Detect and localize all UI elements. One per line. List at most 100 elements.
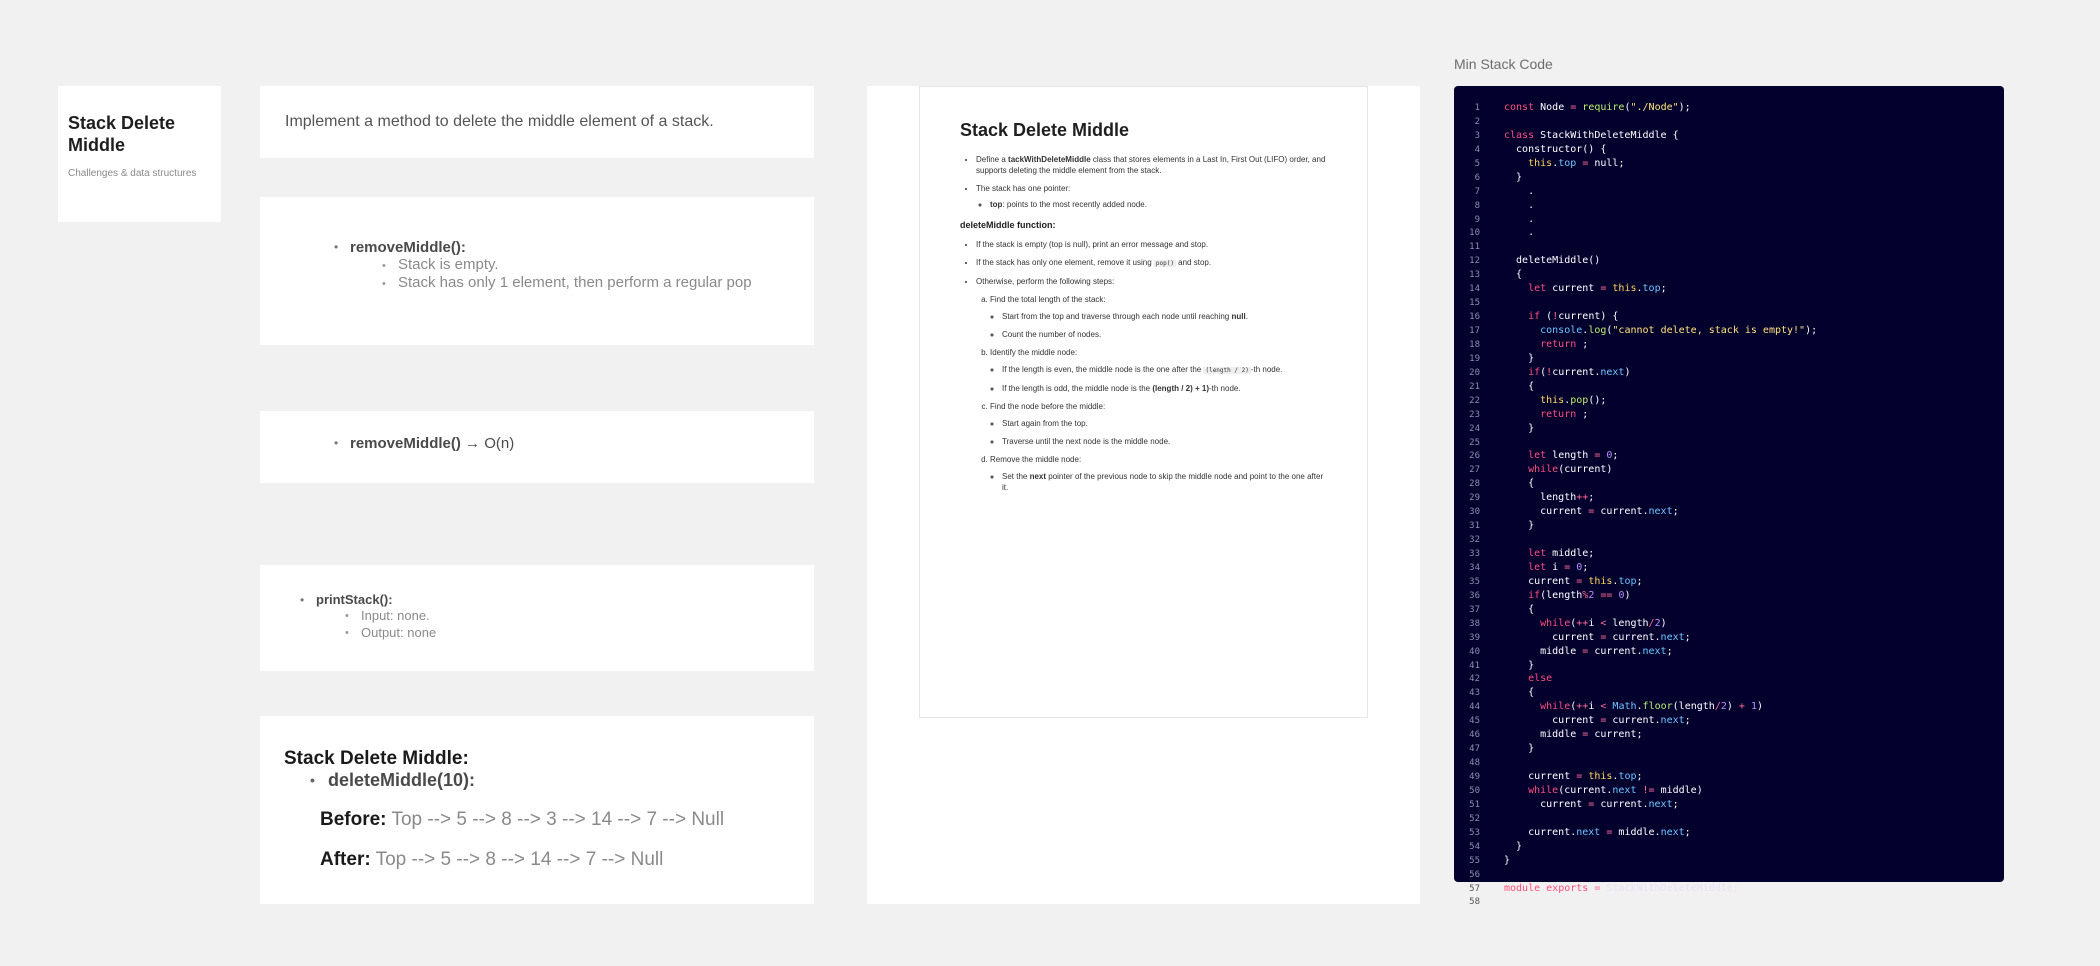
text: pointer of the previous node to skip the… bbox=[1002, 472, 1324, 492]
code-text: class StackWithDeleteMiddle { bbox=[1504, 129, 1679, 141]
code-text: current = this.top; bbox=[1504, 771, 1643, 782]
text: Remove the middle node: bbox=[990, 455, 1082, 464]
line-number: 24 bbox=[1469, 423, 1480, 434]
line-number: 1 bbox=[1474, 103, 1480, 113]
code-line: 25 bbox=[1454, 436, 2014, 450]
code-text: { bbox=[1504, 478, 1535, 490]
text: Find the node before the middle: bbox=[990, 402, 1106, 411]
line-number: 8 bbox=[1474, 200, 1480, 211]
document-page[interactable]: Stack Delete Middle Define a tackWithDel… bbox=[919, 86, 1368, 718]
list-item: Identify the middle node: If the length … bbox=[990, 347, 1327, 394]
code-text: } bbox=[1504, 743, 1535, 755]
line-number: 21 bbox=[1469, 381, 1480, 392]
code-line: 33 let middle; bbox=[1454, 547, 2014, 561]
steps-list: If the stack is empty (top is null), pri… bbox=[960, 239, 1327, 287]
code-text: let middle; bbox=[1528, 548, 1595, 559]
code-line: 31 } bbox=[1454, 519, 2014, 533]
code-text: while(current) bbox=[1528, 464, 1613, 476]
list-item: Count the number of nodes. bbox=[1002, 329, 1327, 340]
before-label: Before: bbox=[320, 809, 387, 830]
list-item: If the length is odd, the middle node is… bbox=[1002, 383, 1327, 394]
code-text: { bbox=[1504, 380, 1535, 392]
code-line: 44 while(++i < Math.floor(length/2) + 1) bbox=[1454, 700, 2014, 714]
code-text: middle = current.next; bbox=[1504, 645, 1673, 657]
big-o-complexity: O(n) bbox=[484, 435, 515, 452]
code: pop() bbox=[1153, 260, 1176, 267]
text: Start from the top and traverse through … bbox=[1002, 312, 1232, 321]
line-number: 15 bbox=[1469, 298, 1480, 309]
code-line: 22 this.pop(); bbox=[1454, 394, 2014, 408]
code-panel-label: Min Stack Code bbox=[1454, 56, 1553, 72]
code-line: 56 bbox=[1454, 868, 2014, 882]
remove-middle-card[interactable]: removeMiddle(): Stack is empty. Stack ha… bbox=[260, 197, 814, 345]
bold: null bbox=[1231, 312, 1246, 321]
line-number: 10 bbox=[1469, 228, 1480, 239]
line-number: 29 bbox=[1469, 493, 1480, 504]
line-number: 26 bbox=[1469, 451, 1480, 462]
code-text: let i = 0; bbox=[1528, 561, 1589, 573]
text: . bbox=[1245, 312, 1248, 321]
code-line: 47 } bbox=[1454, 742, 2014, 756]
code-text: console.log("cannot delete, stack is emp… bbox=[1540, 325, 1818, 336]
title-card-subtitle: Challenges & data structures bbox=[68, 168, 197, 179]
code-line: 28 { bbox=[1454, 477, 2014, 491]
code-text: middle = current; bbox=[1504, 729, 1643, 741]
code-text: . bbox=[1504, 227, 1535, 239]
code-line: 55} bbox=[1454, 854, 2014, 868]
text: -th node. bbox=[1209, 384, 1241, 393]
code-text: . bbox=[1504, 213, 1535, 225]
line-number: 17 bbox=[1469, 326, 1480, 336]
code-line: 17 console.log("cannot delete, stack is … bbox=[1454, 324, 2014, 338]
code-text: } bbox=[1504, 520, 1535, 532]
code-line: 1 const Node = require("./Node"); bbox=[1454, 101, 2014, 115]
line-number: 6 bbox=[1474, 172, 1480, 183]
line-number: 35 bbox=[1469, 576, 1480, 587]
code-line: 30 current = current.next; bbox=[1454, 505, 2014, 519]
example-before: Before: Top --> 5 --> 8 --> 3 --> 14 -->… bbox=[320, 809, 814, 831]
line-number: 33 bbox=[1469, 549, 1480, 559]
code-line: 9 . bbox=[1454, 213, 2014, 227]
big-o-card[interactable]: removeMiddle() → O(n) bbox=[260, 411, 814, 483]
line-number: 12 bbox=[1469, 256, 1480, 267]
line-number: 32 bbox=[1469, 535, 1480, 546]
line-number: 54 bbox=[1469, 841, 1480, 852]
code-line: 49 current = this.top; bbox=[1454, 770, 2014, 784]
code-line: 38 while(++i < length/2) bbox=[1454, 617, 2014, 631]
code: (length / 2) bbox=[1203, 367, 1251, 374]
description-card[interactable]: Implement a method to delete the middle … bbox=[260, 86, 814, 158]
class-name: tackWithDeleteMiddle bbox=[1008, 155, 1091, 164]
text: Define a bbox=[976, 155, 1009, 164]
code-line: 42 else bbox=[1454, 672, 2014, 686]
line-number: 44 bbox=[1469, 702, 1480, 713]
code-text: current = current.next; bbox=[1504, 506, 1679, 518]
pointer-name: top bbox=[990, 200, 1003, 209]
code-text: } bbox=[1504, 352, 1535, 364]
print-stack-item: Output: none bbox=[345, 624, 814, 642]
description-text: Implement a method to delete the middle … bbox=[285, 113, 714, 130]
big-o-line: removeMiddle() → O(n) bbox=[334, 435, 814, 452]
title-card[interactable]: Stack Delete Middle Challenges & data st… bbox=[58, 86, 221, 222]
print-stack-card[interactable]: printStack(): Input: none. Output: none bbox=[260, 565, 814, 671]
arrow-icon: → bbox=[465, 435, 481, 452]
code-line: 54 } bbox=[1454, 840, 2014, 854]
example-card[interactable]: Stack Delete Middle: deleteMiddle(10): B… bbox=[260, 716, 814, 904]
code-line: 52 bbox=[1454, 812, 2014, 826]
code-line: 21 { bbox=[1454, 380, 2014, 394]
code-text: module.exports = StackWithDeleteMiddle; bbox=[1504, 882, 1739, 894]
text: Identify the middle node: bbox=[990, 348, 1078, 357]
line-number: 55 bbox=[1469, 855, 1480, 866]
substeps-list: Find the total length of the stack: Star… bbox=[960, 294, 1327, 493]
text: If the stack has only one element, remov… bbox=[976, 258, 1154, 267]
big-o-method: removeMiddle() bbox=[350, 435, 461, 452]
line-number: 50 bbox=[1469, 785, 1480, 796]
line-number: 28 bbox=[1469, 479, 1480, 490]
code-line: 35 current = this.top; bbox=[1454, 575, 2014, 589]
line-number: 41 bbox=[1469, 660, 1480, 671]
code-text: } bbox=[1504, 854, 1511, 866]
code-line: 40 middle = current.next; bbox=[1454, 645, 2014, 659]
code-line: 19 } bbox=[1454, 352, 2014, 366]
remove-middle-heading: removeMiddle(): bbox=[334, 239, 814, 256]
text: : points to the most recently added node… bbox=[1002, 200, 1147, 209]
line-number: 38 bbox=[1469, 618, 1480, 629]
code-line: 41 } bbox=[1454, 659, 2014, 673]
